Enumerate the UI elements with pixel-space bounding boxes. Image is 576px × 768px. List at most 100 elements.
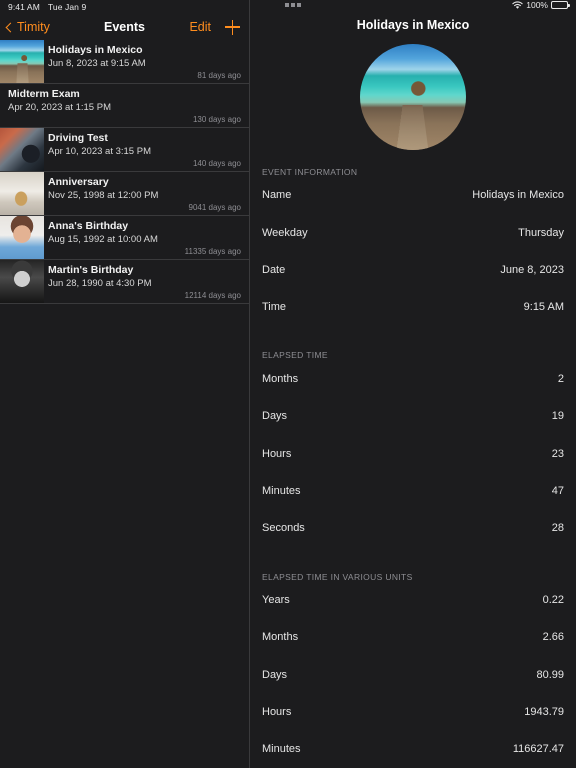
section-header-event-information: EVENT INFORMATION [262,166,358,177]
list-item-elapsed: 130 days ago [192,115,241,124]
table-row[interactable]: Name Holidays in Mexico [250,176,576,214]
row-value: 2.66 [542,631,564,644]
list-item-title: Anna's Birthday [48,220,129,232]
table-row[interactable]: Months 2.66 [250,618,576,657]
edit-button[interactable]: Edit [189,20,211,34]
back-button-label: Timity [17,20,50,34]
table-row[interactable]: Hours 23 [250,435,576,473]
list-item[interactable]: Anna's Birthday Aug 15, 1992 at 10:00 AM… [0,216,249,260]
table-row[interactable]: Date June 8, 2023 [250,251,576,289]
list-item[interactable]: Driving Test Apr 10, 2023 at 3:15 PM 140… [0,128,249,172]
row-label: Hours [262,447,292,460]
list-item-subtitle: Apr 20, 2023 at 1:15 PM [8,102,111,113]
status-time: 9:41 AM [8,2,40,12]
row-label: Days [262,410,288,423]
detail-title: Holidays in Mexico [356,18,470,32]
hero-image-container [250,38,576,162]
status-bar-left: 9:41 AM Tue Jan 9 [0,0,249,14]
event-thumbnail [0,172,44,215]
event-thumbnail [0,128,44,171]
event-thumbnail [0,40,44,83]
list-item-text: Driving Test Apr 10, 2023 at 3:15 PM 140… [44,128,249,171]
row-value: 23 [551,447,564,460]
event-thumbnail [0,260,44,303]
row-value: 19 [551,410,564,423]
events-list[interactable]: Holidays in Mexico Jun 8, 2023 at 9:15 A… [0,40,249,304]
row-label: Seconds [262,522,305,535]
add-event-icon[interactable] [225,19,240,35]
list-item-title: Midterm Exam [8,88,80,100]
table-row[interactable]: Weekday Thursday [250,213,576,252]
section-elapsed-time-units: Years 0.22 Months 2.66 Days 80.99 Hours … [250,581,576,768]
table-row[interactable]: Seconds 28 [250,509,576,547]
list-item[interactable]: Holidays in Mexico Jun 8, 2023 at 9:15 A… [0,40,249,84]
event-hero-image[interactable] [360,44,466,150]
row-value: June 8, 2023 [500,263,564,276]
row-value: Thursday [518,226,564,239]
list-item-elapsed: 9041 days ago [188,203,242,212]
battery-icon [551,1,570,9]
row-label: Weekday [262,226,308,239]
list-item-title: Anniversary [48,176,109,188]
table-row[interactable]: Time 9:15 AM [250,288,576,326]
back-button[interactable]: Timity [5,20,50,34]
list-item-elapsed: 81 days ago [197,71,241,80]
row-value: 47 [551,484,564,497]
list-item-elapsed: 12114 days ago [184,291,241,300]
multitasking-handle-icon[interactable] [285,3,301,7]
row-label: Date [262,263,286,276]
list-item-subtitle: Nov 25, 1998 at 12:00 PM [48,190,159,201]
list-item-title: Driving Test [48,132,108,144]
list-item-text: Midterm Exam Apr 20, 2023 at 1:15 PM 130… [0,84,249,127]
event-detail-pane: 100% Holidays in Mexico EVENT INFORMATIO… [250,0,576,768]
table-row[interactable]: Months 2 [250,360,576,398]
chevron-left-icon [5,22,16,32]
table-row[interactable]: Hours 1943.79 [250,693,576,731]
row-label: Minutes [262,743,301,756]
row-label: Name [262,189,292,202]
row-label: Hours [262,706,292,719]
table-row[interactable]: Minutes 47 [250,472,576,510]
status-indicators: 100% [512,0,570,10]
navigation-bar: Timity Events Edit [0,14,249,40]
section-event-information: Name Holidays in Mexico Weekday Thursday… [250,176,576,326]
status-bar-right: 100% [250,0,576,10]
list-item-elapsed: 11335 days ago [184,247,241,256]
list-item-text: Anna's Birthday Aug 15, 1992 at 10:00 AM… [44,216,249,259]
status-date: Tue Jan 9 [47,2,87,12]
list-item[interactable]: Martin's Birthday Jun 28, 1990 at 4:30 P… [0,260,249,304]
row-label: Days [262,668,288,681]
events-master-pane: 9:41 AM Tue Jan 9 Timity Events Edit Hol… [0,0,250,768]
section-header-elapsed-time-units: ELAPSED TIME IN VARIOUS UNITS [262,571,413,582]
row-value: 1943.79 [524,706,564,719]
split-view-app: 9:41 AM Tue Jan 9 Timity Events Edit Hol… [0,0,576,768]
list-item-title: Martin's Birthday [48,264,134,276]
list-item-subtitle: Aug 15, 1992 at 10:00 AM [48,234,158,245]
wifi-icon [512,0,523,9]
nav-actions: Edit [189,19,240,35]
section-elapsed-time: Months 2 Days 19 Hours 23 Minutes 47 Sec… [250,360,576,547]
row-value: 116627.47 [512,743,564,756]
event-thumbnail [0,216,44,259]
row-value: 0.22 [542,594,564,607]
list-item[interactable]: Anniversary Nov 25, 1998 at 12:00 PM 904… [0,172,249,216]
row-value: 80.99 [536,668,564,681]
section-header-elapsed-time: ELAPSED TIME [262,350,328,361]
row-value: Holidays in Mexico [472,189,564,202]
list-item-elapsed: 140 days ago [192,159,241,168]
row-label: Minutes [262,484,301,497]
list-item-text: Anniversary Nov 25, 1998 at 12:00 PM 904… [44,172,249,215]
row-value: 28 [551,522,564,535]
table-row[interactable]: Years 0.22 [250,581,576,619]
list-item-text: Holidays in Mexico Jun 8, 2023 at 9:15 A… [44,40,249,83]
list-item-title: Holidays in Mexico [48,44,143,56]
list-item-subtitle: Jun 8, 2023 at 9:15 AM [48,58,146,69]
table-row[interactable]: Days 19 [250,397,576,435]
row-value: 2 [557,373,564,386]
list-item[interactable]: Midterm Exam Apr 20, 2023 at 1:15 PM 130… [0,84,249,128]
row-label: Time [262,301,287,314]
list-item-subtitle: Jun 28, 1990 at 4:30 PM [48,278,152,289]
table-row[interactable]: Minutes 116627.47 [250,730,576,768]
table-row[interactable]: Days 80.99 [250,656,576,694]
row-label: Months [262,373,299,386]
